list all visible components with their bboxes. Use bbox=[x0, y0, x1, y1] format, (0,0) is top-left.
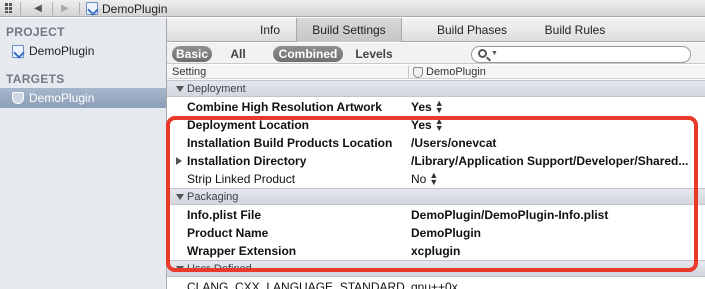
back-icon[interactable]: ◀ bbox=[31, 1, 45, 15]
setting-value[interactable]: Yes ▲ ▼ bbox=[411, 98, 444, 116]
column-divider[interactable] bbox=[408, 66, 409, 78]
setting-name: Combine High Resolution Artwork bbox=[187, 100, 382, 114]
tab-build-settings[interactable]: Build Settings bbox=[296, 18, 402, 42]
setting-row[interactable]: Combine High Resolution Artwork Yes ▲ ▼ bbox=[167, 98, 705, 116]
tab-build-phases[interactable]: Build Phases bbox=[427, 18, 517, 42]
setting-row[interactable]: Product Name DemoPlugin bbox=[167, 224, 705, 242]
setting-name: Installation Build Products Location bbox=[187, 136, 393, 150]
setting-value-text: Yes bbox=[411, 118, 432, 132]
setting-row[interactable]: Deployment Location Yes ▲ ▼ bbox=[167, 116, 705, 134]
stepper-icon[interactable]: ▲ ▼ bbox=[435, 99, 444, 115]
setting-row[interactable]: CLANG_CXX_LANGUAGE_STANDARD gnu++0x bbox=[167, 278, 705, 289]
filter-bar: Basic All Combined Levels ▼ bbox=[167, 43, 705, 64]
breadcrumb[interactable]: DemoPlugin bbox=[86, 0, 167, 17]
tab-build-rules[interactable]: Build Rules bbox=[535, 18, 615, 42]
sidebar-item-target[interactable]: DemoPlugin bbox=[0, 88, 166, 108]
section-title: Deployment bbox=[187, 82, 246, 95]
target-icon bbox=[413, 66, 423, 78]
toolbar-separator bbox=[20, 2, 21, 15]
build-settings-editor: Info Build Settings Build Phases Build R… bbox=[167, 18, 705, 289]
basic-filter-button[interactable]: Basic bbox=[172, 46, 212, 62]
setting-value-text: No bbox=[411, 172, 427, 186]
stepper-icon[interactable]: ▲ ▼ bbox=[429, 171, 438, 187]
disclosure-triangle-icon bbox=[176, 193, 184, 200]
setting-value[interactable]: No ▲ ▼ bbox=[411, 170, 438, 188]
setting-column-header[interactable]: Setting bbox=[172, 65, 206, 79]
search-icon bbox=[478, 49, 487, 58]
sidebar-item-label: DemoPlugin bbox=[29, 44, 95, 58]
project-icon bbox=[12, 44, 24, 58]
top-toolbar: ◀ ▶ DemoPlugin bbox=[0, 0, 705, 17]
column-header: Setting DemoPlugin bbox=[167, 65, 705, 79]
sidebar-item-project[interactable]: DemoPlugin bbox=[0, 41, 166, 61]
section-deployment[interactable]: Deployment bbox=[167, 80, 705, 97]
disclosure-triangle-icon bbox=[176, 265, 184, 272]
target-column-label: DemoPlugin bbox=[426, 66, 486, 78]
tab-info[interactable]: Info bbox=[245, 18, 295, 42]
search-input[interactable]: ▼ bbox=[471, 46, 691, 63]
setting-name: Product Name bbox=[187, 226, 269, 240]
breadcrumb-label: DemoPlugin bbox=[102, 1, 168, 16]
all-filter-button[interactable]: All bbox=[220, 46, 256, 62]
setting-value[interactable]: gnu++0x bbox=[411, 278, 458, 289]
setting-name: Installation Directory bbox=[187, 154, 307, 168]
targets-header: TARGETS bbox=[6, 72, 65, 86]
stepper-icon[interactable]: ▲ ▼ bbox=[435, 117, 444, 133]
setting-name: Deployment Location bbox=[187, 118, 310, 132]
target-icon bbox=[12, 92, 24, 104]
chevron-down-icon: ▼ bbox=[491, 50, 498, 57]
disclosure-triangle-icon bbox=[176, 85, 184, 92]
section-user-defined[interactable]: User-Defined bbox=[167, 260, 705, 277]
setting-row[interactable]: Strip Linked Product No ▲ ▼ bbox=[167, 170, 705, 188]
section-title: User-Defined bbox=[187, 262, 252, 275]
setting-row[interactable]: Info.plist File DemoPlugin/DemoPlugin-In… bbox=[167, 206, 705, 224]
setting-value-text: Yes bbox=[411, 100, 432, 114]
setting-value[interactable]: DemoPlugin bbox=[411, 224, 481, 242]
navigator-sidebar: PROJECT DemoPlugin TARGETS DemoPlugin bbox=[0, 18, 167, 289]
setting-value[interactable]: xcplugin bbox=[411, 242, 460, 260]
setting-value[interactable]: Yes ▲ ▼ bbox=[411, 116, 444, 134]
setting-name: Wrapper Extension bbox=[187, 244, 297, 258]
levels-view-button[interactable]: Levels bbox=[349, 46, 399, 62]
setting-name: CLANG_CXX_LANGUAGE_STANDARD bbox=[187, 280, 405, 289]
target-column-header[interactable]: DemoPlugin bbox=[413, 65, 486, 79]
setting-row[interactable]: Installation Build Products Location /Us… bbox=[167, 134, 705, 152]
setting-row[interactable]: Wrapper Extension xcplugin bbox=[167, 242, 705, 260]
grid-icon[interactable] bbox=[3, 1, 17, 15]
setting-name: Strip Linked Product bbox=[187, 172, 296, 186]
setting-value[interactable]: /Library/Application Support/Developer/S… bbox=[411, 152, 688, 170]
toolbar-separator bbox=[79, 2, 80, 15]
combined-view-button[interactable]: Combined bbox=[273, 46, 343, 62]
disclosure-triangle-icon[interactable] bbox=[176, 157, 182, 165]
project-icon bbox=[86, 2, 98, 15]
editor-tabs: Info Build Settings Build Phases Build R… bbox=[167, 18, 705, 42]
toolbar-separator bbox=[52, 2, 53, 15]
setting-value[interactable]: /Users/onevcat bbox=[411, 134, 496, 152]
project-header: PROJECT bbox=[6, 25, 65, 39]
setting-row[interactable]: Installation Directory /Library/Applicat… bbox=[167, 152, 705, 170]
setting-name: Info.plist File bbox=[187, 208, 261, 222]
sidebar-item-label: DemoPlugin bbox=[29, 91, 95, 105]
section-title: Packaging bbox=[187, 190, 239, 203]
setting-value[interactable]: DemoPlugin/DemoPlugin-Info.plist bbox=[411, 206, 608, 224]
forward-icon[interactable]: ▶ bbox=[58, 1, 72, 15]
section-packaging[interactable]: Packaging bbox=[167, 188, 705, 205]
